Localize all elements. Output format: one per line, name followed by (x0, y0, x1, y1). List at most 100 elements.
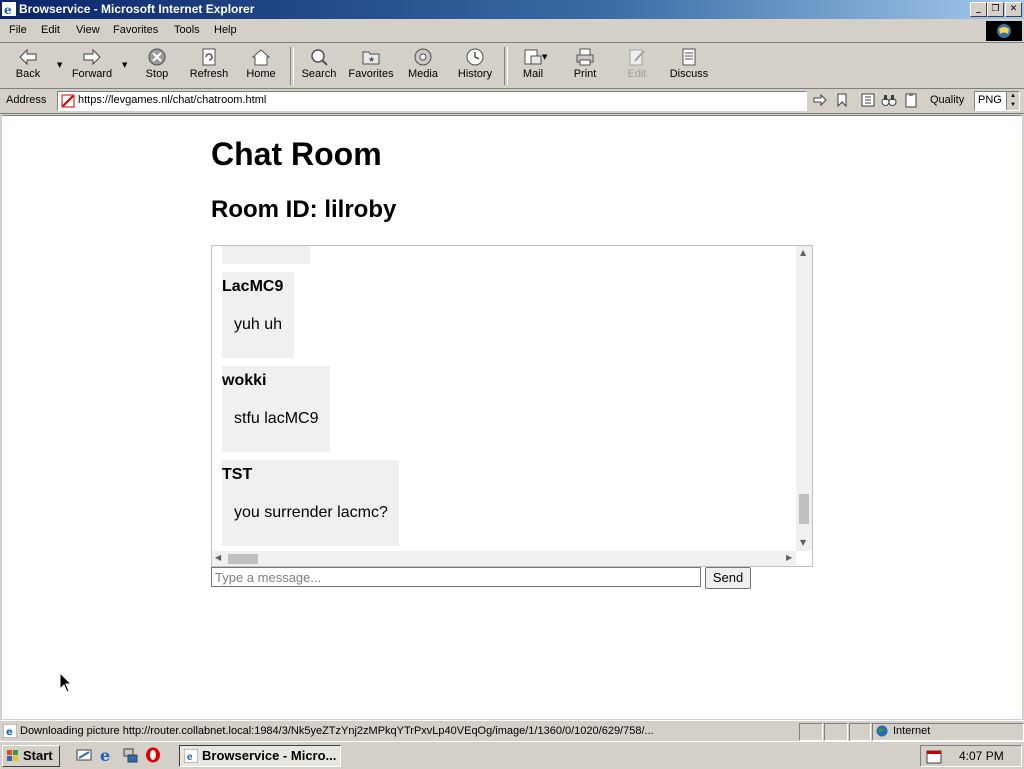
windows-flag-icon (7, 750, 18, 761)
media-button[interactable]: Media (397, 46, 449, 86)
back-dropdown-icon[interactable]: ▼ (57, 61, 62, 69)
edit-page-icon (629, 49, 645, 66)
security-zone-label: Internet (893, 725, 931, 737)
stop-icon (148, 48, 166, 66)
menu-view[interactable]: View (76, 24, 100, 36)
menu-file[interactable]: File (9, 24, 27, 36)
print-button[interactable]: Print (559, 46, 611, 86)
message-input-placeholder: Type a message... (215, 570, 322, 585)
go-arrow-icon[interactable] (812, 92, 828, 108)
svg-text:★: ★ (368, 55, 375, 64)
mail-button[interactable]: Mail (507, 46, 559, 86)
favorites-button[interactable]: ★ Favorites (345, 46, 397, 86)
menu-help[interactable]: Help (214, 24, 237, 36)
history-icon (466, 48, 484, 66)
status-bar: e Downloading picture http://router.coll… (0, 720, 1024, 741)
history-button[interactable]: History (449, 46, 501, 86)
status-pane (799, 723, 823, 741)
forward-dropdown-icon[interactable]: ▼ (122, 61, 127, 69)
message-text: yuh uh (234, 316, 283, 333)
ie-icon: e (2, 2, 16, 16)
scroll-down-icon[interactable]: ▼ (800, 538, 806, 547)
address-url: https://levgames.nl/chat/chatroom.html (78, 94, 267, 106)
ie-quicklaunch-icon[interactable]: e (99, 747, 115, 763)
clipboard-icon[interactable] (903, 92, 919, 108)
room-id-heading: Room ID: lilroby (211, 196, 397, 223)
clock: 4:07 PM (959, 749, 1004, 763)
chat-messages[interactable]: LacMC9 yuh uh wokki stfu lacMC9 TST you … (211, 245, 813, 567)
menu-bar: File Edit View Favorites Tools Help (0, 20, 1024, 43)
back-button[interactable]: Back (2, 46, 54, 86)
mouse-cursor-icon (59, 672, 73, 693)
stop-button[interactable]: Stop (131, 46, 183, 86)
vertical-scrollbar[interactable]: ▲ ▼ (796, 246, 812, 551)
message-username: wokki (222, 372, 267, 389)
send-button[interactable]: Send (705, 567, 751, 589)
window-title: Browservice - Microsoft Internet Explore… (19, 2, 255, 16)
quality-spinner-icon[interactable]: ▲ ▼ (1006, 92, 1019, 110)
home-button[interactable]: Home (235, 46, 287, 86)
status-pane (824, 723, 848, 741)
windows-logo-icon (986, 21, 1022, 41)
taskbar: Start e e Browservice - Micro... 4:07 PM (0, 741, 1024, 769)
home-icon (251, 49, 271, 66)
message-username: LacMC9 (222, 278, 284, 295)
taskbar-item-browservice[interactable]: e Browservice - Micro... (179, 745, 341, 767)
quality-label: Quality (930, 94, 965, 106)
message-username: TST (222, 466, 253, 483)
network-icon[interactable] (122, 747, 138, 763)
message-text: you surrender lacmc? (234, 504, 388, 521)
bookmark-icon[interactable] (834, 92, 850, 108)
forward-arrow-icon (83, 48, 101, 66)
page-info-icon[interactable] (860, 92, 876, 108)
vertical-scroll-thumb[interactable] (799, 494, 809, 524)
page-icon (61, 94, 75, 108)
mail-icon (524, 49, 542, 65)
find-binoculars-icon[interactable] (881, 92, 897, 108)
message-input[interactable]: Type a message... (211, 567, 701, 587)
edit-button[interactable]: Edit (611, 46, 663, 86)
mail-dropdown-icon[interactable]: ▼ (542, 53, 547, 61)
toolbar: Back ▼ Forward ▼ Stop Refresh Home Searc… (0, 43, 1024, 89)
title-bar: e Browservice - Microsoft Internet Explo… (0, 0, 1024, 19)
start-button[interactable]: Start (2, 745, 60, 767)
scroll-right-icon[interactable]: ▶ (786, 553, 792, 562)
chat-message: TST you surrender lacmc? (222, 460, 399, 546)
discuss-icon (682, 48, 696, 66)
close-button[interactable]: ✕ (1005, 2, 1022, 17)
back-arrow-icon (19, 48, 37, 66)
show-desktop-icon[interactable] (76, 747, 92, 763)
favorites-folder-icon: ★ (362, 51, 380, 65)
status-pane (849, 723, 871, 741)
scroll-left-icon[interactable]: ◀ (215, 553, 221, 562)
svg-text:e: e (6, 727, 13, 738)
search-button[interactable]: Search (293, 46, 345, 86)
minimize-button[interactable]: _ (970, 2, 987, 17)
browser-viewport: Chat Room Room ID: lilroby LacMC9 yuh uh… (2, 115, 1022, 719)
forward-button[interactable]: Forward (66, 46, 118, 86)
horizontal-scrollbar[interactable]: ◀ ▶ (212, 551, 796, 566)
menu-edit[interactable]: Edit (41, 24, 60, 36)
restore-button[interactable]: ❐ (987, 2, 1004, 17)
scroll-up-icon[interactable]: ▲ (800, 248, 806, 257)
chat-message: LacMC9 yuh uh (222, 272, 294, 358)
globe-icon (876, 725, 888, 737)
refresh-button[interactable]: Refresh (183, 46, 235, 86)
horizontal-scroll-thumb[interactable] (228, 554, 258, 564)
scheduler-icon[interactable] (926, 748, 942, 764)
svg-text:e: e (4, 3, 12, 16)
svg-text:e: e (100, 747, 110, 763)
status-text: Downloading picture http://router.collab… (20, 725, 654, 737)
discuss-button[interactable]: Discuss (663, 46, 715, 86)
quality-value: PNG (978, 94, 1002, 106)
media-icon (414, 48, 432, 66)
opera-icon[interactable] (145, 747, 161, 763)
address-input[interactable]: https://levgames.nl/chat/chatroom.html (57, 91, 807, 111)
address-bar: Address https://levgames.nl/chat/chatroo… (0, 89, 1024, 114)
chat-message-partial (222, 246, 310, 264)
menu-tools[interactable]: Tools (174, 24, 200, 36)
menu-favorites[interactable]: Favorites (113, 24, 158, 36)
ie-page-icon: e (3, 724, 17, 738)
quality-select[interactable]: PNG ▲ ▼ (974, 91, 1020, 111)
page-title: Chat Room (211, 136, 382, 172)
